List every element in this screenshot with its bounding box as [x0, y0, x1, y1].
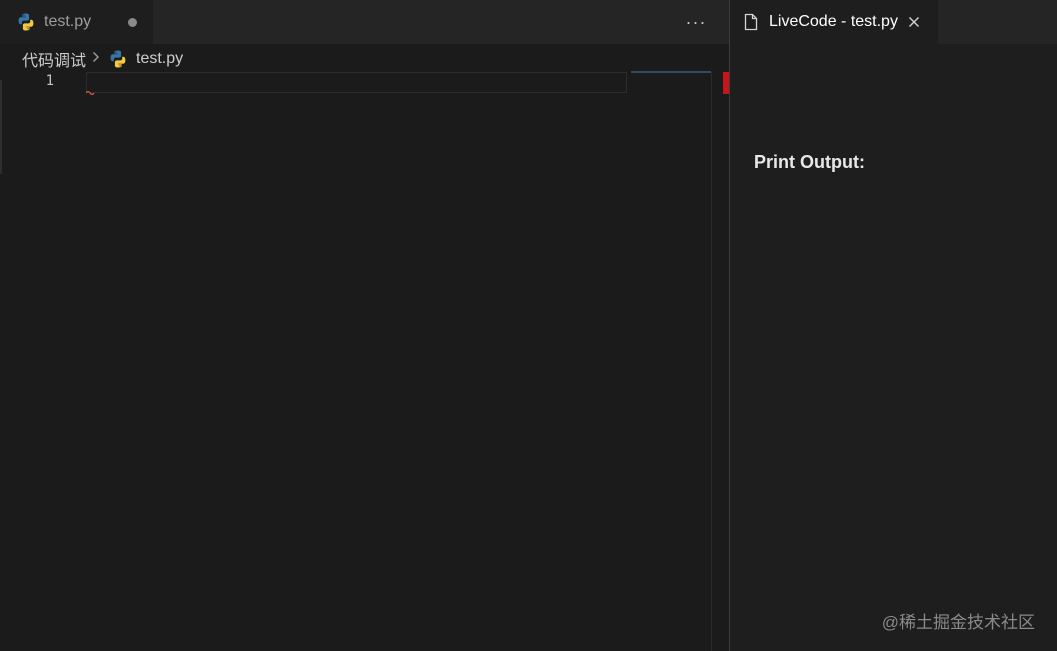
minimap-viewport[interactable] — [631, 71, 711, 73]
tab-label: LiveCode - test.py — [769, 13, 898, 30]
file-icon — [744, 13, 758, 31]
editor-tab-strip: test.py ··· — [0, 0, 729, 44]
livecode-pane: LiveCode - test.py Print Output: — [730, 0, 1057, 651]
python-icon — [108, 49, 128, 69]
vscode-window: test.py ··· 代码调试 test.py 1 LiveCode - te… — [0, 0, 1057, 651]
line-number: 1 — [45, 73, 54, 89]
close-icon[interactable] — [908, 16, 920, 28]
watermark: @稀土掘金技术社区 — [881, 613, 1035, 632]
breadcrumb-file[interactable]: test.py — [136, 50, 183, 68]
error-squiggle-icon — [86, 89, 96, 95]
unsaved-dot-icon[interactable] — [128, 18, 137, 27]
breadcrumb-folder[interactable]: 代码调试 — [22, 47, 86, 71]
code-line-1[interactable] — [86, 72, 627, 93]
python-icon — [16, 12, 36, 32]
editor-pane: test.py ··· 代码调试 test.py 1 — [0, 0, 729, 651]
vertical-scrollbar[interactable] — [711, 72, 712, 651]
tab-livecode[interactable]: LiveCode - test.py — [730, 0, 938, 44]
breadcrumb: 代码调试 test.py — [22, 47, 183, 71]
more-actions-button[interactable]: ··· — [684, 8, 708, 36]
tab-label: test.py — [44, 13, 92, 30]
gutter-indicator — [0, 80, 2, 174]
chevron-right-icon — [92, 50, 100, 68]
tab-test-py[interactable]: test.py — [0, 0, 153, 44]
livecode-tab-strip: LiveCode - test.py — [730, 0, 1057, 44]
print-output-heading: Print Output: — [754, 152, 865, 172]
